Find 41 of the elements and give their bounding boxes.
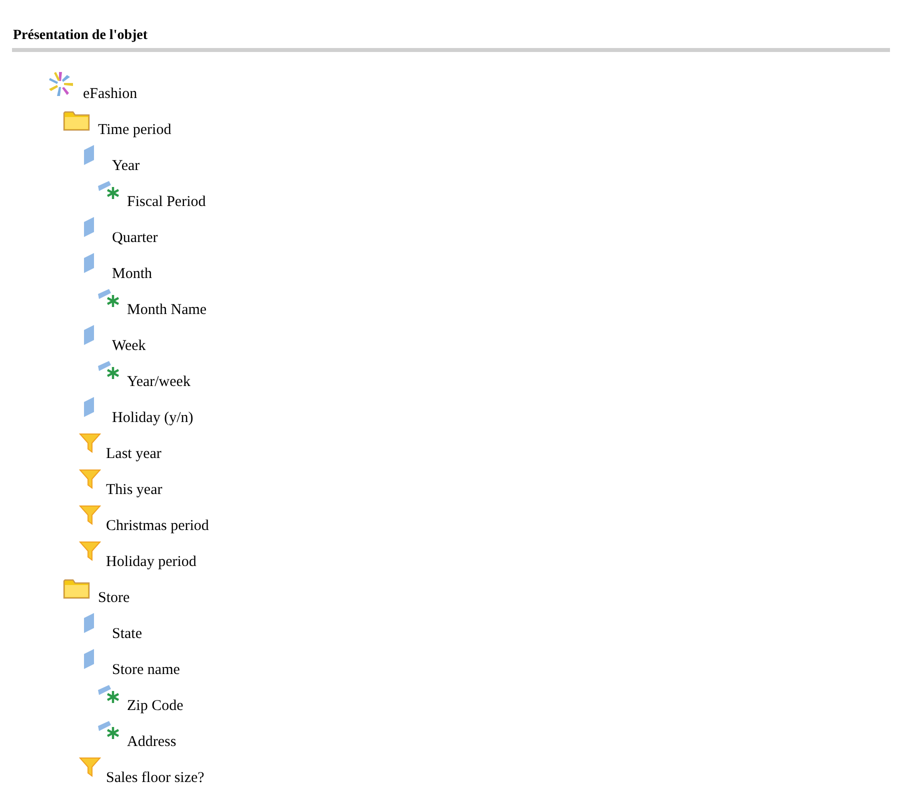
tree-item-label[interactable]: Store	[98, 589, 130, 607]
attribute-icon	[97, 684, 121, 704]
tree-item-label[interactable]: Store name	[112, 661, 180, 679]
tree-item-label[interactable]: Holiday period	[106, 553, 196, 571]
dimension-icon	[82, 648, 96, 670]
tree-item-label[interactable]: Time period	[98, 121, 172, 139]
filter-icon	[79, 432, 101, 454]
star-logo-icon	[48, 71, 74, 97]
folder-icon	[63, 110, 90, 131]
tree-item-label[interactable]: Week	[112, 337, 146, 355]
tree-item-label[interactable]: Fiscal Period	[127, 193, 206, 211]
dimension-icon	[82, 396, 96, 418]
folder-icon	[63, 578, 90, 599]
tree-item-label[interactable]: Year/week	[127, 373, 190, 391]
tree-item-label[interactable]: eFashion	[83, 85, 138, 103]
attribute-icon	[97, 288, 121, 308]
tree-item-label[interactable]: Christmas period	[106, 517, 209, 535]
section-title: Présentation de l'objet	[12, 28, 149, 44]
tree-item-label[interactable]: Address	[127, 733, 176, 751]
filter-icon	[79, 756, 101, 778]
dimension-icon	[82, 252, 96, 274]
tree-item-label[interactable]: Year	[112, 157, 140, 175]
dimension-icon	[82, 216, 96, 238]
filter-icon	[79, 540, 101, 562]
dimension-icon	[82, 144, 96, 166]
tree-item-label[interactable]: Holiday (y/n)	[112, 409, 194, 427]
dimension-icon	[82, 612, 96, 634]
tree-item-label[interactable]: Month Name	[127, 301, 207, 319]
tree-item-label[interactable]: State	[112, 625, 142, 643]
attribute-icon	[97, 180, 121, 200]
tree-item-label[interactable]: Month	[112, 265, 152, 283]
tree-item-label[interactable]: Quarter	[112, 229, 158, 247]
tree-item-label[interactable]: This year	[106, 481, 162, 499]
tree-item-label[interactable]: Zip Code	[127, 697, 184, 715]
attribute-icon	[97, 360, 121, 380]
tree-item-label[interactable]: Sales floor size?	[106, 769, 204, 787]
attribute-icon	[97, 720, 121, 740]
filter-icon	[79, 504, 101, 526]
tree-item-label[interactable]: Last year	[106, 445, 162, 463]
dimension-icon	[82, 324, 96, 346]
filter-icon	[79, 468, 101, 490]
